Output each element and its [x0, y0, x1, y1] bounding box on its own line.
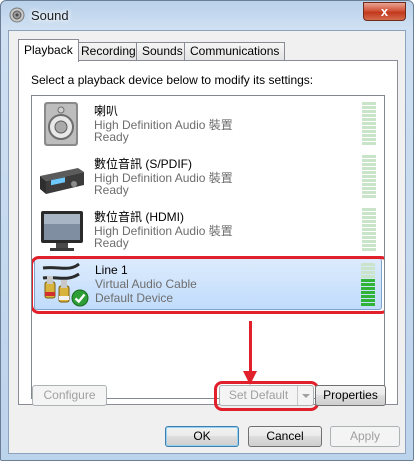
sound-dialog: Sound x Playback Recording Sounds Commun…: [0, 0, 414, 461]
speaker-icon: [44, 102, 78, 146]
dialog-client-area: Playback Recording Sounds Communications…: [8, 30, 406, 454]
list-item-spdif[interactable]: 數位音訊 (S/PDIF) High Definition Audio 裝置 R…: [34, 151, 382, 203]
volume-meter: [362, 208, 376, 252]
title-bar[interactable]: Sound x: [1, 1, 413, 31]
window-title: Sound: [31, 8, 69, 23]
annotation-oval: [214, 381, 319, 411]
tab-communications[interactable]: Communications: [184, 42, 286, 61]
annotation-highlight: [32, 256, 384, 314]
apply-button[interactable]: Apply: [330, 426, 400, 447]
instruction-text: Select a playback device below to modify…: [31, 73, 314, 87]
tab-playback[interactable]: Playback: [18, 39, 79, 62]
list-item-speakers[interactable]: 喇叭 High Definition Audio 裝置 Ready: [34, 98, 382, 150]
device-status: Ready: [94, 236, 129, 250]
device-status: Ready: [94, 183, 129, 197]
spdif-receiver-icon: [40, 168, 84, 194]
speaker-icon: [9, 7, 25, 23]
list-item-hdmi[interactable]: 數位音訊 (HDMI) High Definition Audio 裝置 Rea…: [34, 204, 382, 256]
close-button[interactable]: x: [363, 2, 406, 21]
configure-button[interactable]: Configure: [32, 385, 107, 406]
volume-meter: [362, 155, 376, 199]
list-item-line-1[interactable]: Line 1 Virtual Audio Cable Default Devic…: [32, 256, 384, 314]
monitor-icon: [41, 211, 83, 251]
playback-panel: Select a playback device below to modify…: [18, 60, 398, 405]
volume-meter: [362, 102, 376, 146]
device-list[interactable]: 喇叭 High Definition Audio 裝置 Ready 數位音訊 (…: [31, 95, 385, 399]
cancel-button[interactable]: Cancel: [248, 426, 322, 447]
tab-sounds[interactable]: Sounds: [136, 42, 189, 61]
device-status: Ready: [94, 130, 129, 144]
tab-recording[interactable]: Recording: [75, 42, 142, 61]
annotation-arrow: [249, 321, 252, 375]
ok-button[interactable]: OK: [165, 426, 239, 447]
properties-button[interactable]: Properties: [315, 385, 386, 406]
